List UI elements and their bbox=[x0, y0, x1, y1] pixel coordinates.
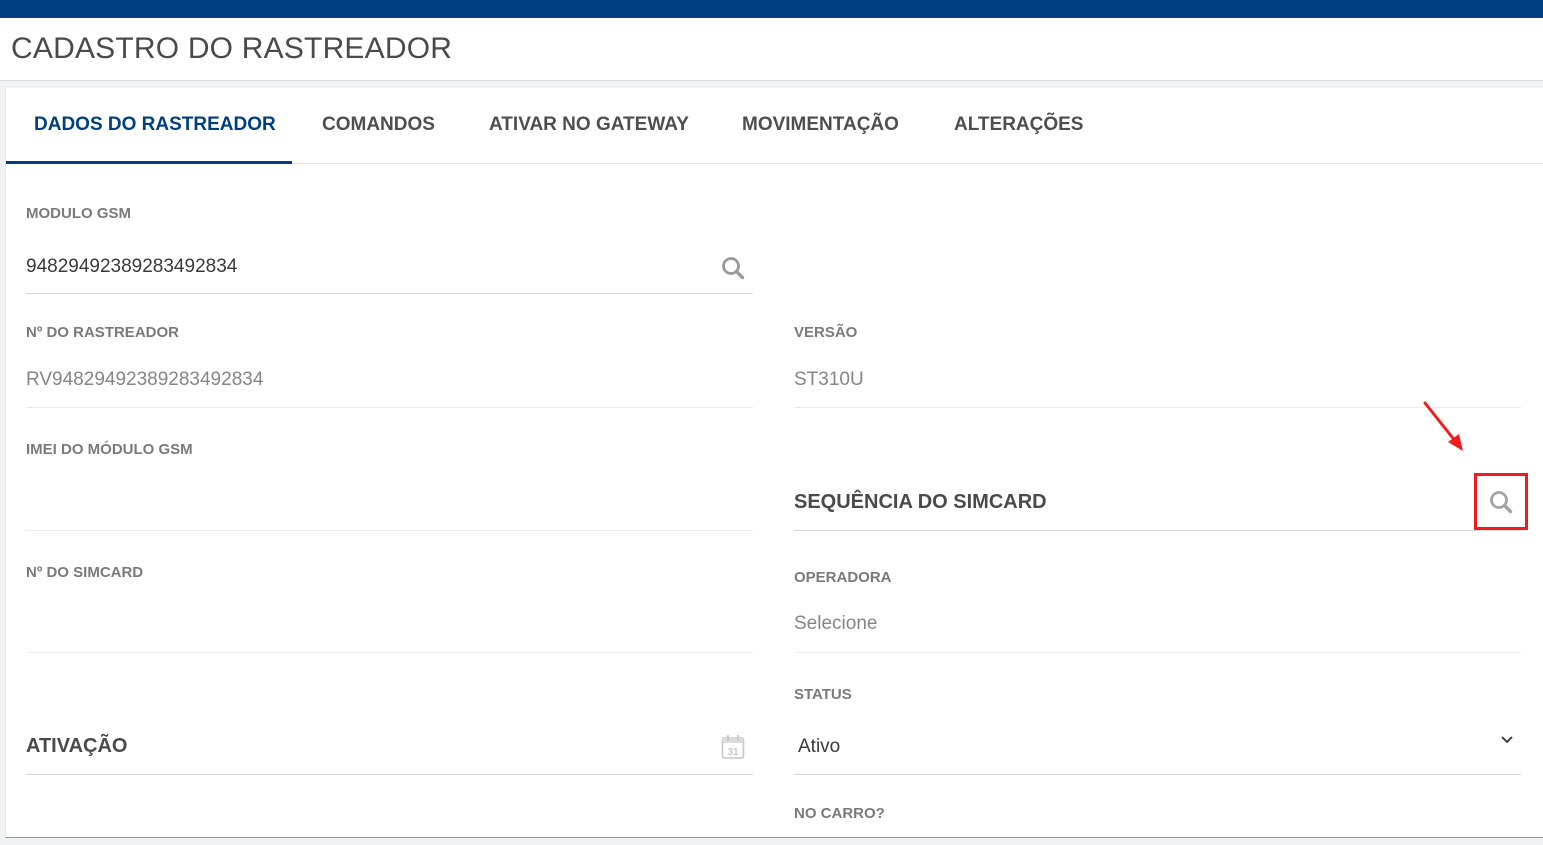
modulo-gsm-field[interactable]: 94829492389283492834 bbox=[26, 256, 237, 278]
status-select[interactable]: Ativo bbox=[798, 736, 840, 758]
sequencia-simcard-label: SEQUÊNCIA DO SIMCARD bbox=[794, 491, 1047, 513]
operadora-underline bbox=[794, 652, 1521, 653]
numero-rastreador-underline bbox=[26, 407, 753, 408]
operadora-select[interactable]: Selecione bbox=[794, 613, 877, 635]
tab-dados-do-rastreador[interactable]: DADOS DO RASTREADOR bbox=[34, 114, 276, 136]
numero-simcard-underline bbox=[26, 652, 753, 653]
operadora-label: OPERADORA bbox=[794, 569, 892, 586]
imei-modulo-gsm-field[interactable] bbox=[26, 486, 753, 512]
no-carro-label: NO CARRO? bbox=[794, 805, 885, 822]
tab-ativar-no-gateway[interactable]: ATIVAR NO GATEWAY bbox=[489, 114, 689, 136]
tab-alteracoes[interactable]: ALTERAÇÕES bbox=[954, 114, 1083, 136]
status-label: STATUS bbox=[794, 686, 852, 703]
imei-modulo-gsm-underline bbox=[26, 530, 753, 531]
versao-underline bbox=[794, 407, 1521, 408]
versao-label: VERSÃO bbox=[794, 324, 858, 341]
page-header: CADASTRO DO RASTREADOR bbox=[0, 18, 1543, 81]
search-icon[interactable] bbox=[720, 255, 746, 281]
versao-value: ST310U bbox=[794, 369, 864, 390]
numero-rastreador-label: Nº DO RASTREADOR bbox=[26, 324, 179, 341]
page-title: CADASTRO DO RASTREADOR bbox=[11, 32, 453, 65]
modulo-gsm-underline bbox=[26, 293, 753, 294]
active-tab-indicator bbox=[6, 161, 292, 164]
modulo-gsm-label: MODULO GSM bbox=[26, 205, 131, 222]
annotation-highlight-box bbox=[1474, 473, 1528, 530]
calendar-icon[interactable]: 31 bbox=[721, 734, 745, 760]
ativacao-label: ATIVAÇÃO bbox=[26, 735, 128, 757]
annotation-arrow-icon bbox=[1423, 401, 1463, 451]
tracker-form-card: DADOS DO RASTREADOR COMANDOS ATIVAR NO G… bbox=[5, 88, 1543, 838]
chevron-down-icon[interactable] bbox=[1499, 734, 1515, 746]
ativacao-underline bbox=[26, 774, 753, 775]
tab-comandos[interactable]: COMANDOS bbox=[322, 114, 435, 136]
top-brand-bar bbox=[0, 0, 1543, 18]
tab-bar: DADOS DO RASTREADOR COMANDOS ATIVAR NO G… bbox=[6, 88, 1543, 164]
numero-rastreador-value: RV94829492389283492834 bbox=[26, 369, 264, 390]
calendar-day: 31 bbox=[727, 747, 739, 758]
numero-simcard-label: Nº DO SIMCARD bbox=[26, 564, 144, 581]
status-underline bbox=[794, 774, 1521, 775]
sequencia-simcard-underline bbox=[794, 530, 1521, 531]
numero-simcard-field[interactable] bbox=[26, 610, 753, 636]
tab-movimentacao[interactable]: MOVIMENTAÇÃO bbox=[742, 114, 899, 136]
imei-modulo-gsm-label: IMEI DO MÓDULO GSM bbox=[26, 441, 193, 458]
